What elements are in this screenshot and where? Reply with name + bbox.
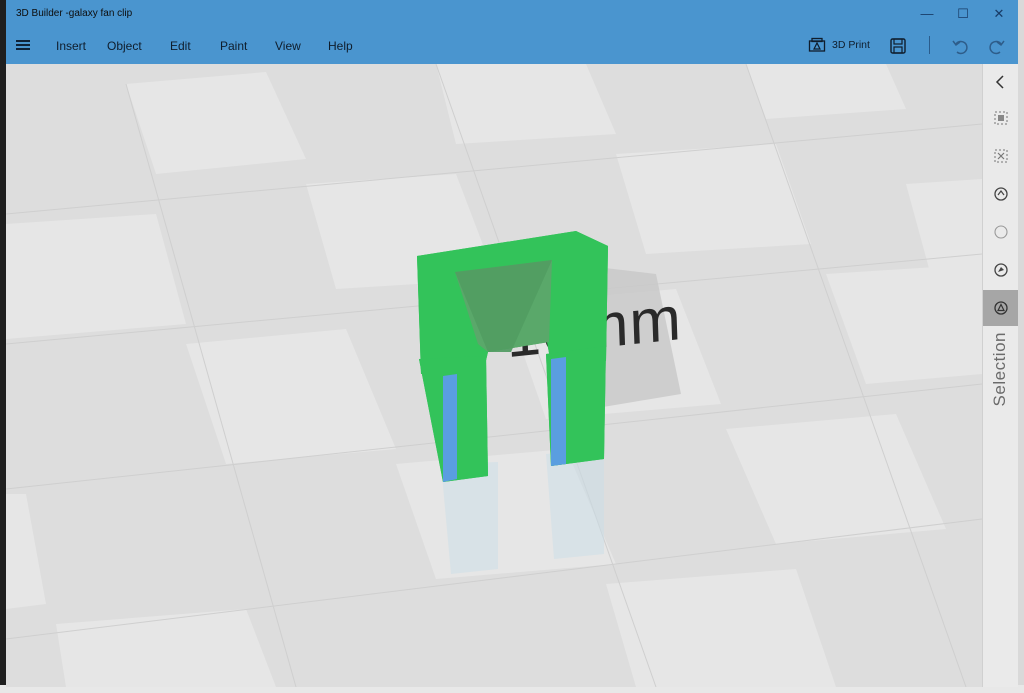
3d-print-icon: [808, 37, 826, 52]
undo-icon[interactable]: [951, 37, 969, 55]
checkerboard-floor: [6, 64, 982, 687]
3d-print-label: 3D Print: [832, 39, 870, 51]
clip-right-leg-side: [551, 357, 566, 466]
app-window: 3D Builder -galaxy fan clip — ☐ ✕ Insert…: [6, 0, 1018, 687]
hamburger-menu-icon[interactable]: [16, 38, 30, 52]
select-face-icon[interactable]: [989, 258, 1013, 282]
save-icon[interactable]: [889, 37, 907, 55]
maximize-button[interactable]: ☐: [953, 4, 973, 24]
minimize-button[interactable]: —: [917, 4, 937, 24]
close-button[interactable]: ✕: [989, 4, 1009, 24]
select-all-icon[interactable]: [989, 106, 1013, 130]
menu-edit[interactable]: Edit: [170, 39, 191, 53]
select-circle-icon[interactable]: [989, 220, 1013, 244]
desktop-background-right: [1018, 0, 1024, 693]
select-object-icon[interactable]: [989, 182, 1013, 206]
selection-label: Selection: [990, 332, 1009, 407]
select-triangle-icon: [994, 301, 1008, 315]
menu-paint[interactable]: Paint: [220, 39, 247, 53]
select-triangle-button[interactable]: [983, 290, 1018, 326]
menu-insert[interactable]: Insert: [56, 39, 86, 53]
toolbar-separator: [929, 36, 930, 54]
menu-view[interactable]: View: [275, 39, 301, 53]
3d-viewport[interactable]: 10mm: [6, 64, 982, 687]
clip-left-leg-side: [443, 374, 457, 482]
deselect-icon[interactable]: [989, 144, 1013, 168]
title-bar[interactable]: 3D Builder -galaxy fan clip — ☐ ✕: [6, 0, 1018, 28]
redo-icon[interactable]: [988, 37, 1006, 55]
menu-bar: Insert Object Edit Paint View Help 3D Pr…: [6, 28, 1018, 64]
window-title: 3D Builder -galaxy fan clip: [16, 8, 133, 19]
3d-print-button[interactable]: 3D Print: [808, 37, 870, 53]
menu-help[interactable]: Help: [328, 39, 353, 53]
selection-rail: Selection: [982, 64, 1018, 687]
chevron-left-icon[interactable]: [989, 70, 1013, 94]
menu-object[interactable]: Object: [107, 39, 142, 53]
